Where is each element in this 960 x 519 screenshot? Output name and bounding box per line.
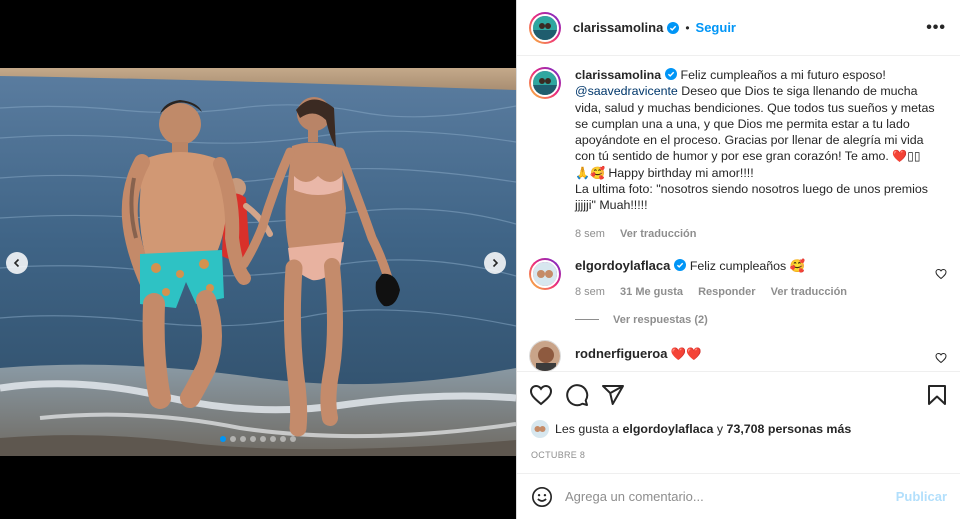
emoji-icon[interactable] (531, 486, 553, 508)
verified-badge-icon (665, 68, 678, 80)
comment-input[interactable] (565, 489, 896, 504)
verified-badge-icon (674, 258, 687, 271)
carousel-dot (290, 436, 296, 442)
caption-username[interactable]: clarissamolina (575, 68, 661, 82)
carousel-next-button[interactable] (484, 252, 506, 274)
share-icon[interactable] (601, 383, 625, 407)
caption-body: clarissamolina Feliz cumpleaños a mi fut… (575, 67, 937, 242)
comment-avatar[interactable] (529, 257, 561, 290)
heart-icon[interactable] (529, 383, 553, 407)
carousel-dot (230, 436, 236, 442)
comment-text: ❤️❤️ (670, 346, 702, 361)
caption-meta: 8 sem Ver traducción (575, 226, 937, 242)
caption-translate-link[interactable]: Ver traducción (620, 228, 696, 240)
comment-body: elgordoylaflaca Feliz cumpleaños 🥰 8 sem… (575, 258, 915, 300)
action-icons-bar (517, 372, 960, 418)
caption-avatar[interactable] (529, 67, 561, 99)
post-date: OCTUBRE 8 (531, 450, 586, 460)
comment-avatar[interactable] (529, 339, 561, 371)
comment-text: Feliz cumpleaños 🥰 (689, 258, 806, 273)
comment-reply-button[interactable]: Responder (698, 286, 755, 298)
caption-mention-link[interactable]: @saavedravicente (575, 84, 678, 98)
comment-icon[interactable] (565, 383, 589, 407)
likes-middle: y (716, 422, 724, 436)
chevron-left-icon (13, 258, 20, 268)
post-header: clarissamolina • Seguir ••• (517, 0, 960, 56)
comment-likes-count[interactable]: 31 Me gusta (620, 286, 683, 298)
likes-count-link[interactable]: 73,708 personas más (727, 422, 852, 436)
add-comment-bar: Publicar (517, 473, 960, 519)
liker-avatar[interactable] (531, 420, 549, 438)
post-details-panel: clarissamolina • Seguir ••• clarissamoli… (516, 0, 960, 519)
view-replies-label: Ver respuestas (2) (613, 313, 708, 326)
comment-like-heart-icon[interactable] (935, 352, 947, 364)
caption: clarissamolina Feliz cumpleaños a mi fut… (517, 57, 960, 242)
publish-button[interactable]: Publicar (896, 489, 947, 504)
view-replies-button[interactable]: Ver respuestas (2) (575, 314, 960, 326)
comment-meta: 8 sem 31 Me gusta Responder Ver traducci… (575, 284, 915, 300)
comments-section[interactable]: clarissamolina Feliz cumpleaños a mi fut… (517, 57, 960, 371)
comment-username[interactable]: elgordoylaflaca (575, 258, 670, 273)
carousel-dot (260, 436, 266, 442)
caption-age: 8 sem (575, 227, 605, 240)
comment-item: elgordoylaflaca Feliz cumpleaños 🥰 8 sem… (517, 257, 960, 300)
comment-translate-link[interactable]: Ver traducción (771, 286, 847, 298)
carousel-indicator (0, 436, 516, 442)
comment-username[interactable]: rodnerfigueroa (575, 346, 667, 361)
likes-user-link[interactable]: elgordoylaflaca (623, 422, 714, 436)
likes-summary: Les gusta a elgordoylaflaca y 73,708 per… (517, 420, 960, 438)
caption-emoji-heart: ❤️▯▯ (892, 149, 921, 164)
comment-like-heart-icon[interactable] (935, 268, 947, 280)
more-options-button[interactable]: ••• (926, 19, 946, 37)
post-media (0, 0, 516, 519)
chevron-right-icon (492, 258, 499, 268)
bookmark-icon[interactable] (925, 383, 949, 407)
caption-text-line1: Feliz cumpleaños a mi futuro esposo! (680, 68, 886, 82)
post-photo (0, 68, 516, 456)
carousel-dot (250, 436, 256, 442)
comment-item: rodnerfigueroa ❤️❤️ (517, 339, 960, 371)
carousel-dot (220, 436, 226, 442)
carousel-dot (270, 436, 276, 442)
verified-badge-icon (667, 21, 680, 34)
carousel-dot (240, 436, 246, 442)
replies-divider (575, 319, 599, 321)
caption-emoji-pray: 🙏🥰 (575, 165, 605, 180)
separator-dot: • (685, 20, 690, 35)
follow-button[interactable]: Seguir (696, 20, 736, 35)
likes-prefix: Les gusta a (555, 422, 620, 436)
carousel-prev-button[interactable] (6, 252, 28, 274)
caption-text-birthday: Happy birthday mi amor!!!! (608, 165, 754, 180)
caption-text-lastphoto: La ultima foto: "nosotros siendo nosotro… (575, 182, 928, 213)
comment-body: rodnerfigueroa ❤️❤️ (575, 340, 915, 371)
carousel-dot (280, 436, 286, 442)
author-username[interactable]: clarissamolina (573, 20, 663, 35)
comment-age: 8 sem (575, 285, 605, 298)
author-avatar[interactable] (529, 11, 561, 44)
